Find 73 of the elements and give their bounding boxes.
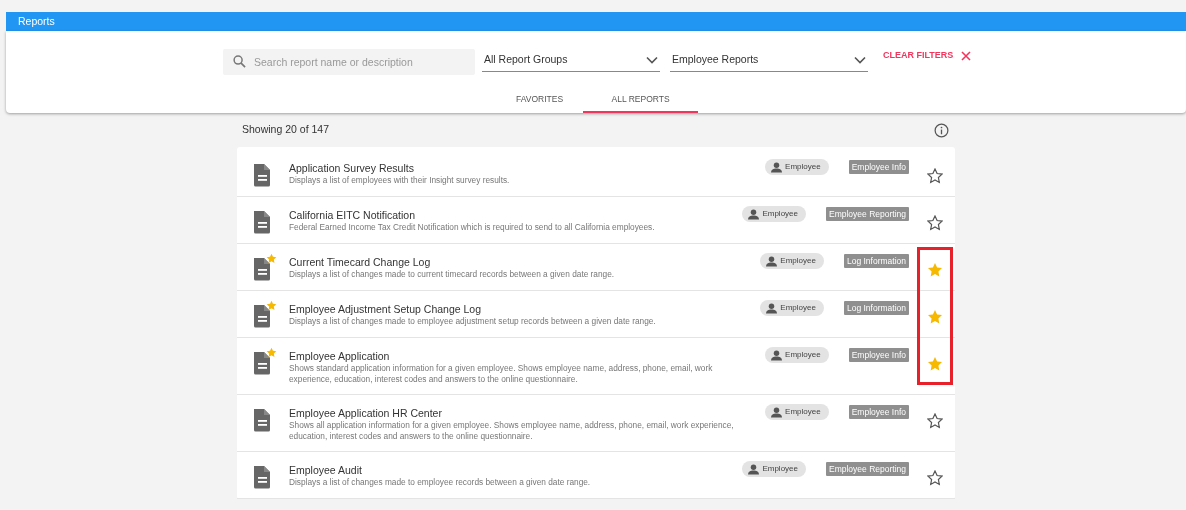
favorite-star-button[interactable] <box>927 412 943 428</box>
document-icon <box>251 408 273 432</box>
favorite-star-button[interactable] <box>927 308 943 324</box>
category-tag: Employee Reporting <box>826 206 909 222</box>
favorite-star-button[interactable] <box>927 469 943 485</box>
category-tag: Employee Reporting <box>826 461 909 477</box>
star-outline-icon <box>927 413 943 430</box>
chevron-down-icon <box>646 56 658 64</box>
document-icon <box>251 257 273 281</box>
report-type-dropdown[interactable]: Employee Reports <box>670 49 868 72</box>
document-icon <box>251 210 273 234</box>
audience-chip: Employee <box>742 461 806 477</box>
category-tag: Employee Info <box>848 159 909 175</box>
audience-chip: Employee <box>765 159 829 175</box>
report-title: Employee Application <box>289 349 391 363</box>
person-icon <box>766 302 778 314</box>
report-title: Employee Application HR Center <box>289 406 443 420</box>
star-icon <box>927 309 943 326</box>
category-tag: Log Information <box>843 253 909 269</box>
audience-chip: Employee <box>760 253 824 269</box>
report-tab[interactable]: ALL REPORTS <box>583 87 699 113</box>
favorite-star-button[interactable] <box>927 214 943 230</box>
page-title: Reports <box>18 15 55 27</box>
person-icon <box>748 463 760 475</box>
report-row[interactable]: California EITC Notification Federal Earned Income Tax Credit Notification which is required to send to all California employees. Employee Employee Reporting <box>237 197 955 244</box>
document-icon <box>251 163 273 187</box>
report-tab[interactable]: FAVORITES <box>496 87 584 113</box>
category-tag: Log Information <box>843 300 909 316</box>
close-icon <box>961 50 972 61</box>
category-tag: Employee Info <box>848 404 909 420</box>
chevron-down-icon <box>854 56 866 64</box>
favorite-star-button[interactable] <box>927 355 943 371</box>
report-description: Shows all application information for a given employee. Shows employee name, address, phone, email, work experience, education, interest codes and answers to the online questionnaire. <box>289 420 735 442</box>
report-group-dropdown[interactable]: All Report Groups <box>482 49 660 72</box>
document-icon <box>251 351 273 375</box>
document-icon <box>251 304 273 328</box>
document-icon <box>251 465 273 489</box>
report-title: Application Survey Results <box>289 161 415 175</box>
report-description: Federal Earned Income Tax Credit Notification which is required to send to all California employees. <box>289 222 656 233</box>
favorite-star-button[interactable] <box>927 261 943 277</box>
report-title: California EITC Notification <box>289 208 417 222</box>
star-outline-icon <box>927 168 943 185</box>
audience-chip: Employee <box>765 347 829 363</box>
info-icon[interactable] <box>934 122 949 138</box>
clear-filters-button[interactable]: CLEAR FILTERS <box>875 49 980 69</box>
report-row[interactable]: Employee Adjustment Setup Change Log Displays a list of changes made to employee adjustment setup records between a given date range. Employee Log Information <box>237 291 955 338</box>
report-description: Displays a list of changes made to employee records between a given date range. <box>289 477 592 488</box>
report-row[interactable]: Application Survey Results Displays a list of employees with their Insight survey results. Employee Employee Info <box>237 147 955 197</box>
results-count: Showing 20 of 147 <box>242 122 329 138</box>
search-field[interactable]: Search report name or description <box>223 49 475 75</box>
category-tag: Employee Info <box>848 347 909 363</box>
audience-chip: Employee <box>742 206 806 222</box>
report-description: Displays a list of employees with their Insight survey results. <box>289 175 511 186</box>
report-description: Displays a list of changes made to current timecard records between a given date range. <box>289 269 616 280</box>
report-title: Current Timecard Change Log <box>289 255 432 269</box>
audience-chip: Employee <box>760 300 824 316</box>
person-icon <box>771 349 783 361</box>
star-outline-icon <box>927 470 943 487</box>
report-row[interactable]: Current Timecard Change Log Displays a list of changes made to current timecard records between a given date range. Employee Log Information <box>237 244 955 291</box>
report-row[interactable]: Employee Audit Displays a list of changes made to employee records between a given date range. Employee Employee Reporting <box>237 452 955 499</box>
report-title: Employee Audit <box>289 463 363 477</box>
person-icon <box>748 208 760 220</box>
star-icon <box>927 356 943 373</box>
star-outline-icon <box>927 215 943 232</box>
report-title: Employee Adjustment Setup Change Log <box>289 302 483 316</box>
audience-chip: Employee <box>765 404 829 420</box>
star-icon <box>927 262 943 279</box>
person-icon <box>766 255 778 267</box>
report-description: Displays a list of changes made to employee adjustment setup records between a given date range. <box>289 316 657 327</box>
report-description: Shows standard application information for a given employee. Shows employee name, address, phone, email, work experience, education, interest codes and answers to the online questionnaire. <box>289 363 714 385</box>
person-icon <box>771 161 783 173</box>
favorite-star-button[interactable] <box>927 167 943 183</box>
person-icon <box>771 406 783 418</box>
